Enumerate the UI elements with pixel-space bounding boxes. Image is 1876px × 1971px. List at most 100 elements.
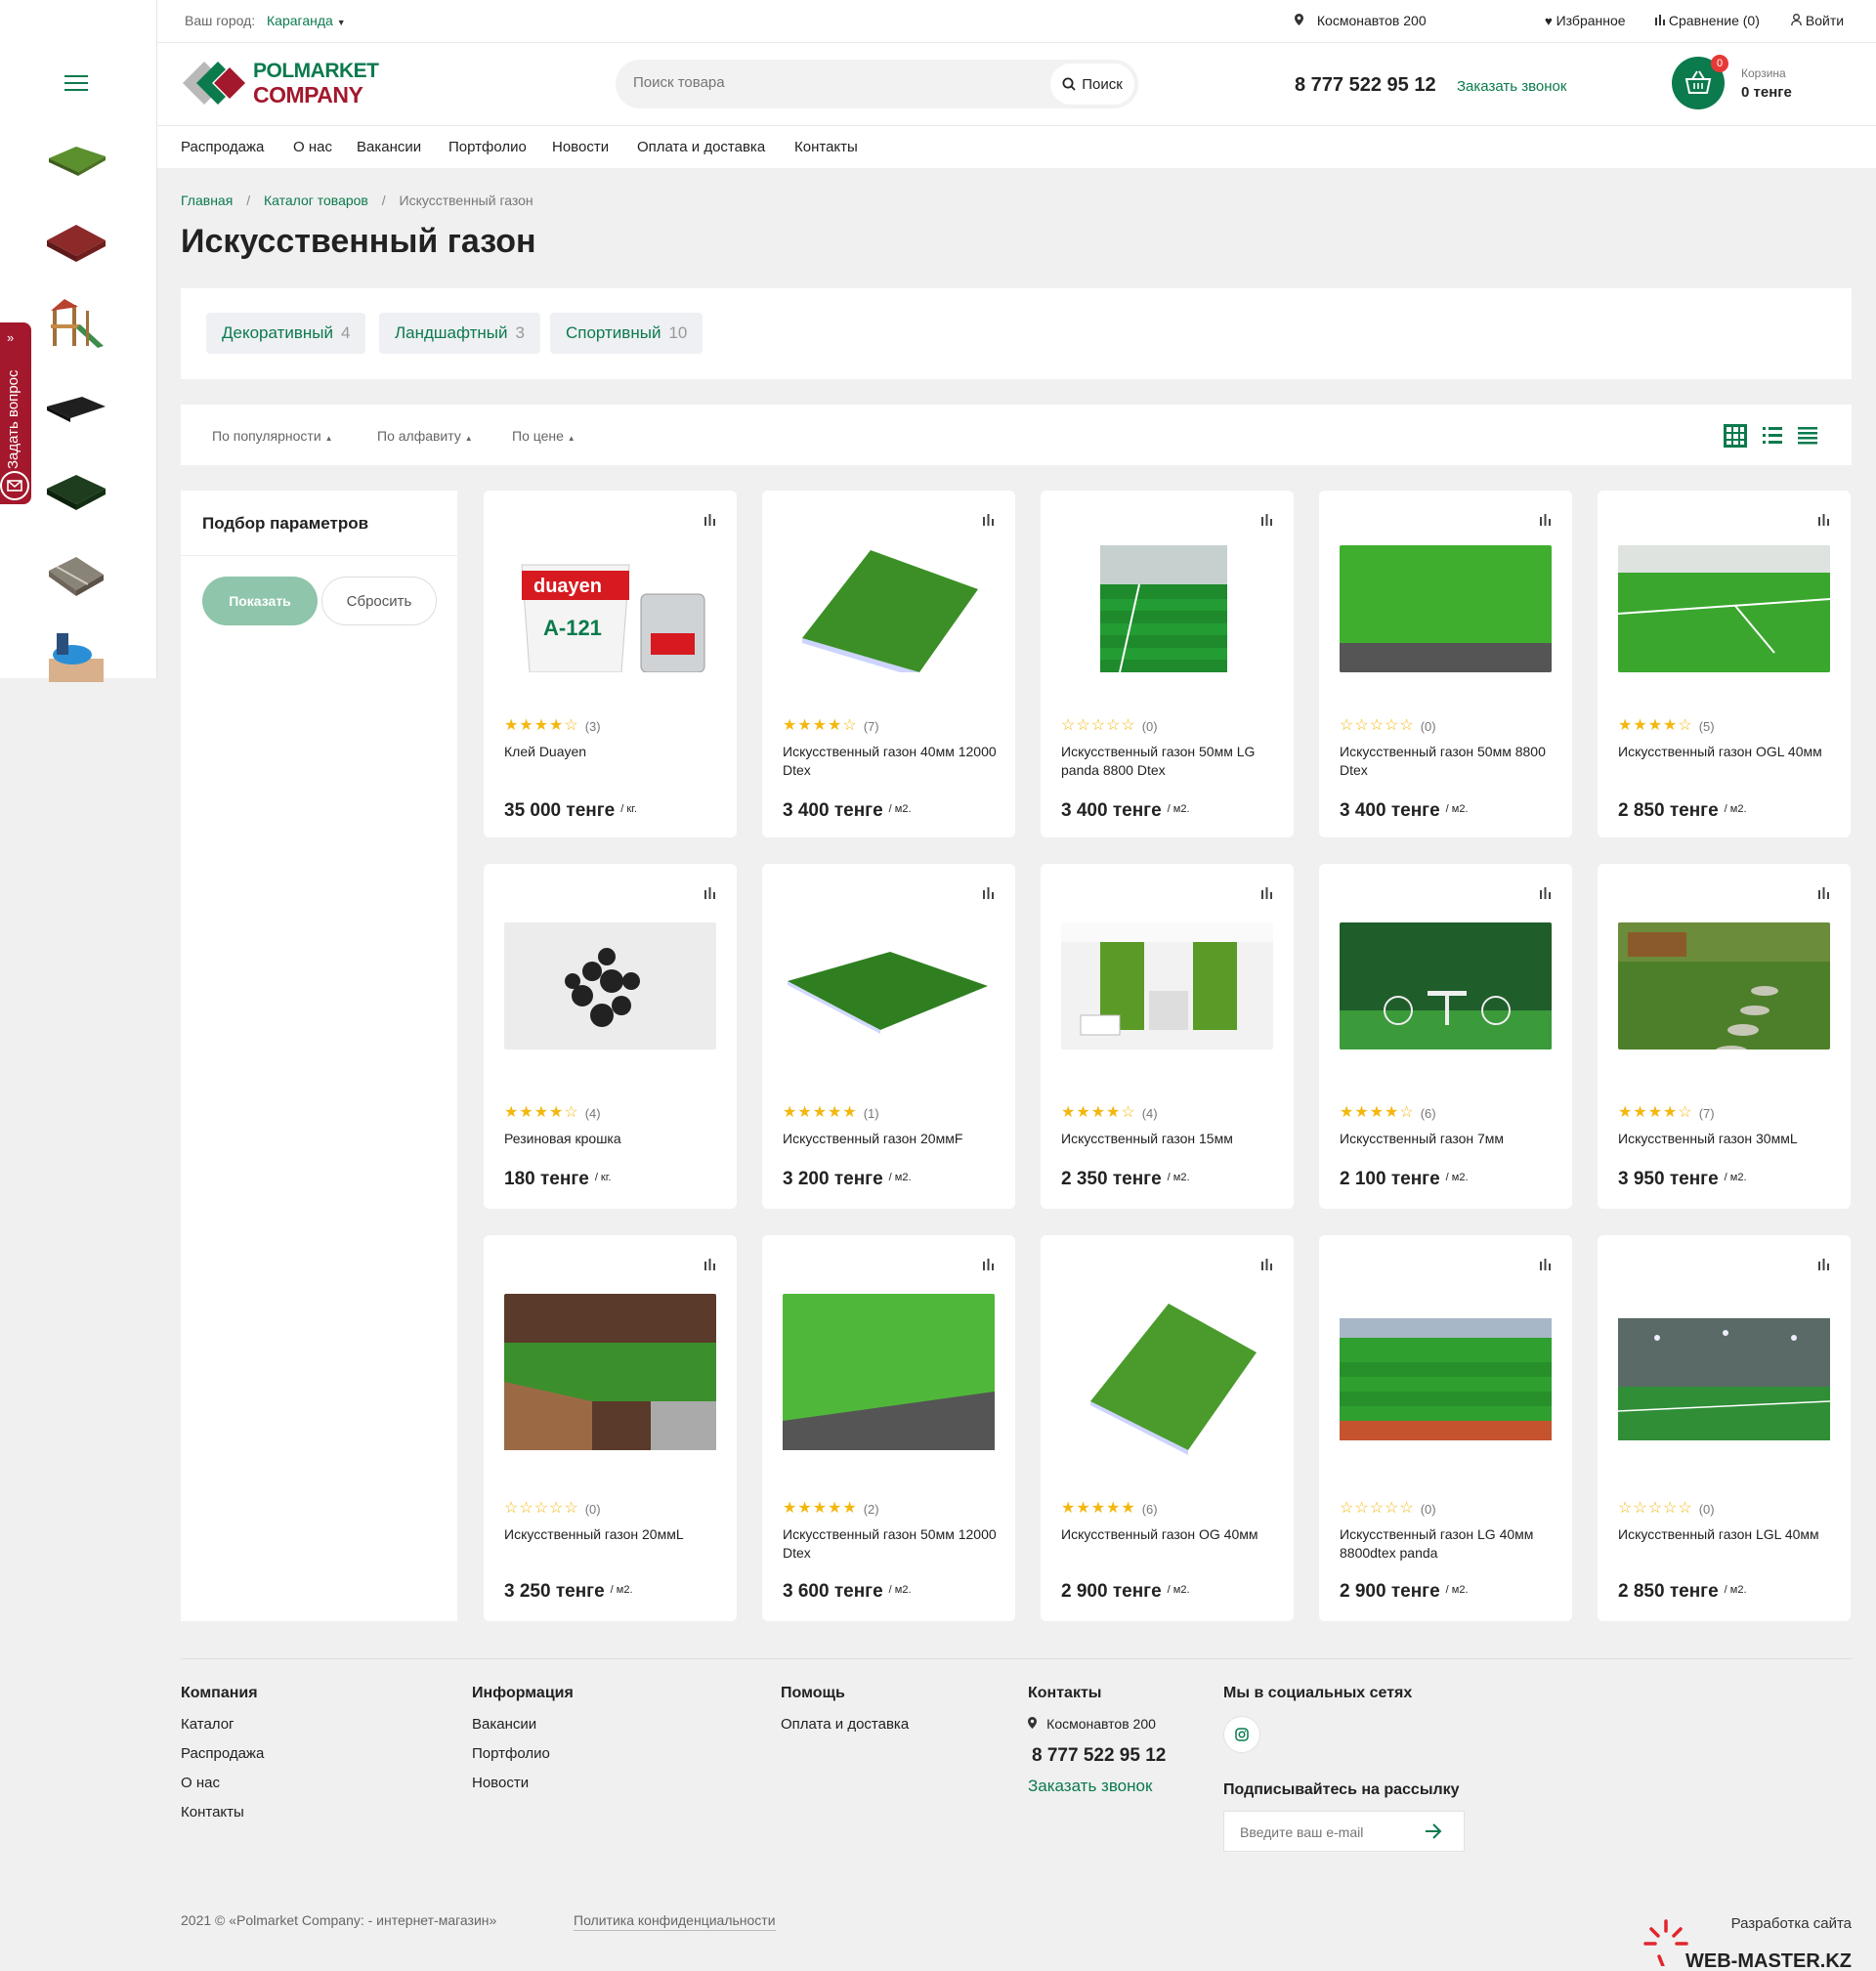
product-card[interactable]: ♥★★★★☆(7)Искусственный газон 40мм 12000 … [762, 491, 1015, 837]
list-view-icon[interactable] [1763, 427, 1782, 445]
product-name[interactable]: Искусственный газон OG 40мм [1061, 1525, 1276, 1544]
footer-callback-link[interactable]: Заказать звонок [1028, 1777, 1166, 1796]
rail-layers-thumb[interactable] [43, 545, 109, 602]
product-card[interactable]: ♥★★★★☆(4)Искусственный газон 15мм2 350 т… [1041, 864, 1294, 1209]
compare-icon[interactable] [704, 887, 715, 899]
product-card[interactable]: ♥★★★★★(1)Искусственный газон 20ммF3 200 … [762, 864, 1015, 1209]
product-card[interactable]: ♥★★★★☆(6)Искусственный газон 7мм2 100 те… [1319, 864, 1572, 1209]
product-name[interactable]: Клей Duayen [504, 743, 719, 761]
compare-icon[interactable] [704, 514, 715, 526]
compare-icon[interactable] [1818, 1259, 1829, 1270]
login-link[interactable]: Войти [1791, 13, 1844, 28]
product-card[interactable]: ♥★★★★☆(5)Искусственный газон OGL 40мм2 8… [1598, 491, 1851, 837]
product-image[interactable] [1340, 545, 1552, 672]
compare-icon[interactable] [1818, 887, 1829, 899]
compare-icon[interactable] [1261, 1259, 1272, 1270]
favorites-link[interactable]: ♥ Избранное [1545, 13, 1626, 28]
product-card[interactable]: ♥☆☆☆☆☆(0)Искусственный газон LG 40мм 880… [1319, 1235, 1572, 1621]
product-card[interactable]: ♥★★★★☆(7)Искусственный газон 30ммL3 950 … [1598, 864, 1851, 1209]
compare-icon[interactable] [983, 1259, 994, 1270]
sort-alphabet[interactable]: По алфавиту ▲ [377, 428, 473, 444]
nav-item-contacts[interactable]: Контакты [794, 139, 858, 155]
compare-icon[interactable] [1540, 514, 1551, 526]
compare-icon[interactable] [983, 887, 994, 899]
product-name[interactable]: Искусственный газон 15мм [1061, 1130, 1276, 1148]
product-image[interactable] [1618, 922, 1830, 1050]
city-selector[interactable]: Караганда ▼ [267, 13, 346, 28]
footer-link-about[interactable]: О нас [181, 1775, 264, 1791]
compare-link[interactable]: Сравнение (0) [1655, 13, 1760, 28]
developer-credit[interactable]: Разработка сайта WEB-MASTER.KZ [1642, 1911, 1852, 1971]
product-card[interactable]: ♥★★★★★(6)Искусственный газон OG 40мм2 90… [1041, 1235, 1294, 1621]
product-image[interactable] [1061, 1294, 1273, 1455]
instagram-button[interactable] [1223, 1716, 1260, 1753]
nav-item-vacancies[interactable]: Вакансии [357, 139, 421, 155]
subcategory-decorative[interactable]: Декоративный 4 [206, 313, 366, 354]
nav-item-portfolio[interactable]: Портфолио [448, 139, 527, 155]
rail-rubber-mat-thumb[interactable] [43, 379, 109, 436]
product-card[interactable]: ♥duayenA-121★★★★☆(3)Клей Duayen35 000 те… [484, 491, 737, 837]
search-input[interactable] [633, 74, 1024, 91]
search-button[interactable]: Поиск [1050, 64, 1134, 105]
compare-icon[interactable] [1540, 1259, 1551, 1270]
breadcrumb-catalog[interactable]: Каталог товаров [264, 193, 368, 208]
compare-icon[interactable] [704, 1259, 715, 1270]
product-image[interactable] [504, 1294, 716, 1455]
subcategory-sport[interactable]: Спортивный 10 [550, 313, 704, 354]
product-card[interactable]: ♥☆☆☆☆☆(0)Искусственный газон 50мм 8800 D… [1319, 491, 1572, 837]
menu-icon[interactable] [64, 75, 88, 91]
footer-link-sale[interactable]: Распродажа [181, 1745, 264, 1762]
product-image[interactable] [1061, 545, 1273, 672]
compare-icon[interactable] [983, 514, 994, 526]
footer-link-catalog[interactable]: Каталог [181, 1716, 264, 1733]
footer-link-portfolio[interactable]: Портфолио [472, 1745, 574, 1762]
product-name[interactable]: Искусственный газон 20ммL [504, 1525, 719, 1544]
product-image[interactable] [783, 545, 995, 672]
show-button[interactable]: Показать [202, 577, 318, 625]
product-image[interactable] [783, 922, 995, 1050]
reset-button[interactable]: Сбросить [321, 577, 437, 625]
product-image[interactable] [1618, 1294, 1830, 1455]
product-card[interactable]: ♥☆☆☆☆☆(0)Искусственный газон 50мм LG pan… [1041, 491, 1294, 837]
grid-view-icon[interactable] [1724, 424, 1747, 448]
rail-playground-thumb[interactable] [43, 295, 109, 352]
product-name[interactable]: Искусственный газон LG 40мм 8800dtex pan… [1340, 1525, 1555, 1563]
footer-link-payment[interactable]: Оплата и доставка [781, 1716, 909, 1733]
product-image[interactable] [1340, 922, 1552, 1050]
privacy-policy-link[interactable]: Политика конфиденциальности [574, 1912, 776, 1931]
cart[interactable]: 0 Корзина 0 тенге [1672, 55, 1809, 113]
product-name[interactable]: Искусственный газон 20ммF [783, 1130, 998, 1148]
nav-item-news[interactable]: Новости [552, 139, 609, 155]
envelope-icon[interactable] [0, 470, 31, 501]
footer-link-contacts[interactable]: Контакты [181, 1804, 264, 1821]
breadcrumb-home[interactable]: Главная [181, 193, 233, 208]
product-image[interactable] [504, 922, 716, 1050]
nav-item-payment[interactable]: Оплата и доставка [637, 139, 765, 155]
product-image[interactable] [1061, 922, 1273, 1050]
sort-popularity[interactable]: По популярности ▲ [212, 428, 332, 444]
product-name[interactable]: Резиновая крошка [504, 1130, 719, 1148]
product-card[interactable]: ♥★★★★★(2)Искусственный газон 50мм 12000 … [762, 1235, 1015, 1621]
sort-price[interactable]: По цене ▲ [512, 428, 576, 444]
product-card[interactable]: ♥☆☆☆☆☆(0)Искусственный газон LGL 40мм2 8… [1598, 1235, 1851, 1621]
compare-icon[interactable] [1818, 514, 1829, 526]
footer-link-vacancies[interactable]: Вакансии [472, 1716, 574, 1733]
rail-shoe-cover-thumb[interactable] [43, 625, 109, 682]
email-field[interactable] [1240, 1824, 1426, 1840]
table-view-icon[interactable] [1798, 427, 1817, 445]
address-link[interactable]: Космонавтов 200 [1295, 13, 1427, 28]
product-card[interactable]: ♥☆☆☆☆☆(0)Искусственный газон 20ммL3 250 … [484, 1235, 737, 1621]
product-name[interactable]: Искусственный газон OGL 40мм [1618, 743, 1833, 761]
rail-turf-thumb[interactable] [43, 461, 109, 518]
product-image[interactable] [783, 1294, 995, 1455]
header-phone[interactable]: 8 777 522 95 12 [1295, 74, 1436, 97]
product-name[interactable]: Искусственный газон 50мм 12000 Dtex [783, 1525, 998, 1563]
footer-link-news[interactable]: Новости [472, 1775, 574, 1791]
rail-grass-thumb[interactable] [43, 129, 109, 186]
nav-item-about[interactable]: О нас [293, 139, 332, 155]
product-card[interactable]: ♥★★★★☆(4)Резиновая крошка180 тенге/ кг. [484, 864, 737, 1209]
product-name[interactable]: Искусственный газон 7мм [1340, 1130, 1555, 1148]
arrow-right-icon[interactable] [1425, 1823, 1442, 1839]
rail-rubber-tile-thumb[interactable] [43, 213, 109, 270]
nav-item-sale[interactable]: Распродажа [181, 139, 264, 155]
